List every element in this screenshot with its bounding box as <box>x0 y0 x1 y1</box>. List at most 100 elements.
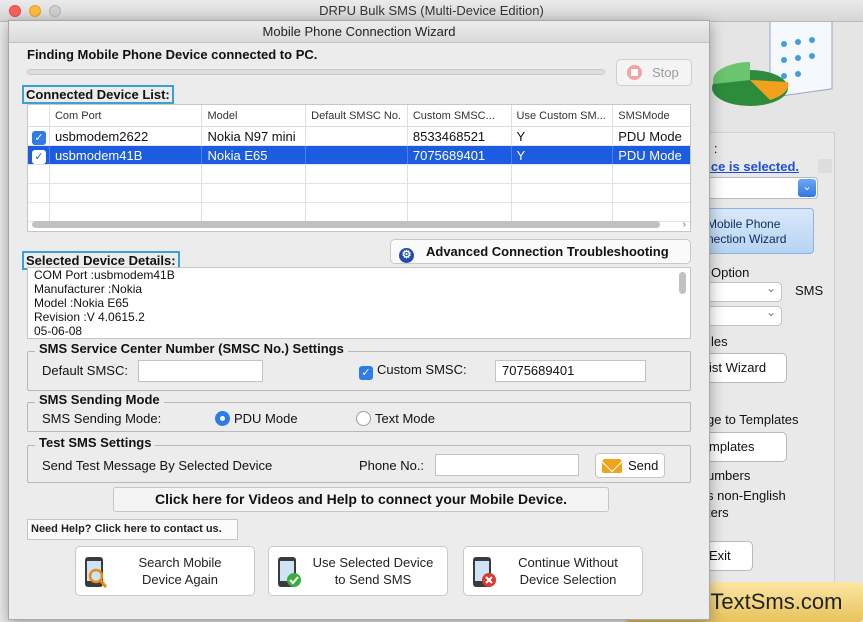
radio-unselected-icon <box>356 411 371 426</box>
templates-label: ge to Templates <box>707 412 799 427</box>
test-sms-label: Send Test Message By Selected Device <box>42 458 273 473</box>
chevron-down-icon: ⌄ <box>798 179 816 197</box>
send-label: Send <box>628 458 659 473</box>
wizard-button-line1: Mobile Phone <box>707 217 781 231</box>
connection-wizard-dialog: Mobile Phone Connection Wizard Finding M… <box>8 20 710 620</box>
default-smsc-label: Default SMSC: <box>42 363 128 378</box>
stop-button[interactable]: Stop <box>616 59 692 86</box>
sms-label: SMS <box>795 283 824 298</box>
connected-device-list-label: Connected Device List: <box>22 85 174 104</box>
search-again-line2: Device Again <box>142 572 218 587</box>
detail-line: COM Port :usbmodem41B <box>34 268 175 282</box>
default-smsc-input[interactable] <box>138 360 263 382</box>
device-details-box[interactable]: COM Port :usbmodem41B Manufacturer :Noki… <box>27 267 691 339</box>
continue-without-line2: Device Selection <box>519 572 617 587</box>
cell-default-smsc <box>306 146 408 164</box>
detail-line: Revision :V 4.0615.2 <box>34 310 145 324</box>
table-row-selected[interactable]: ✓ usbmodem41B Nokia E65 7075689401 Y PDU… <box>28 146 690 165</box>
row-checkbox[interactable]: ✓ <box>32 150 46 164</box>
envelope-icon <box>602 459 622 473</box>
wizard-button-line2: nection Wizard <box>707 232 787 246</box>
smsc-settings-title: SMS Service Center Number (SMSC No.) Set… <box>35 342 348 356</box>
stop-label: Stop <box>652 65 679 80</box>
radio-selected-icon <box>215 411 230 426</box>
use-selected-line1: Use Selected Device <box>312 555 434 570</box>
table-row[interactable]: ✓ usbmodem2622 Nokia N97 mini 8533468521… <box>28 127 690 146</box>
custom-smsc-input[interactable]: 7075689401 <box>495 360 646 382</box>
templates-button[interactable]: mplates <box>700 432 787 462</box>
advanced-troubleshooting-button[interactable]: ⚙ Advanced Connection Troubleshooting <box>390 239 691 264</box>
status-text: Finding Mobile Phone Device connected to… <box>27 47 318 62</box>
option-label: Option <box>711 265 750 280</box>
detail-line: Model :Nokia E65 <box>34 296 129 310</box>
col-com-port[interactable]: Com Port <box>50 105 203 126</box>
zoom-window-button[interactable] <box>49 5 61 17</box>
phone-check-icon <box>278 557 301 587</box>
col-model[interactable]: Model <box>202 105 307 126</box>
device-select[interactable]: ⌄ <box>700 177 818 199</box>
use-selected-line2: to Send SMS <box>334 572 412 587</box>
gear-icon: ⚙ <box>399 248 414 263</box>
detail-line: 05-06-08 <box>34 324 83 338</box>
col-smsmode[interactable]: SMSMode <box>613 105 690 126</box>
table-horizontal-scrollbar[interactable] <box>32 221 660 228</box>
empty-row <box>28 203 690 222</box>
col-use-custom[interactable]: Use Custom SM... <box>512 105 614 126</box>
test-sms-title: Test SMS Settings <box>35 436 156 450</box>
table-header: Com Port Model Default SMSC No. Custom S… <box>28 105 690 127</box>
cell-use-custom: Y <box>512 146 614 164</box>
cell-model: Nokia E65 <box>202 146 307 164</box>
videos-help-button[interactable]: Click here for Videos and Help to connec… <box>113 487 609 512</box>
search-again-button[interactable]: Search Mobile Device Again <box>75 546 255 596</box>
empty-row <box>28 184 690 203</box>
col-custom-smsc[interactable]: Custom SMSC... <box>408 105 512 126</box>
sending-mode-label: SMS Sending Mode: <box>42 411 162 426</box>
text-mode-label: Text Mode <box>375 411 435 426</box>
custom-smsc-checkbox[interactable]: ✓ Custom SMSC: <box>359 362 467 380</box>
option-select-1[interactable] <box>700 281 782 302</box>
cell-com-port: usbmodem41B <box>50 146 203 164</box>
advanced-button-label: Advanced Connection Troubleshooting <box>426 244 669 259</box>
scroll-right-icon[interactable]: › <box>683 219 686 230</box>
cell-smsmode: PDU Mode <box>618 129 682 144</box>
col-default-smsc[interactable]: Default SMSC No. <box>306 105 408 126</box>
list-wizard-button[interactable]: ist Wizard <box>700 353 787 383</box>
detail-line: Manufacturer :Nokia <box>34 282 143 296</box>
ters-label: ters <box>707 505 729 520</box>
cell-com-port: usbmodem2622 <box>50 127 203 145</box>
device-table: Com Port Model Default SMSC No. Custom S… <box>27 104 691 232</box>
phone-cancel-icon <box>473 557 496 587</box>
cell-custom-smsc: 7075689401 <box>408 146 512 164</box>
les-label: les <box>711 334 728 349</box>
checkbox-checked-icon: ✓ <box>359 366 373 380</box>
continue-without-device-button[interactable]: Continue Without Device Selection <box>463 546 643 596</box>
connection-wizard-button[interactable]: Mobile Phone nection Wizard <box>700 208 814 254</box>
option-select-2[interactable] <box>700 305 782 326</box>
phone-search-icon <box>85 557 108 588</box>
empty-row <box>28 165 690 184</box>
sending-mode-title: SMS Sending Mode <box>35 393 164 407</box>
custom-smsc-label: Custom SMSC: <box>377 362 467 377</box>
close-window-button[interactable] <box>9 5 21 17</box>
device-selected-link[interactable]: vice is selected. <box>700 159 799 174</box>
send-test-button[interactable]: Send <box>595 453 665 478</box>
use-selected-device-button[interactable]: Use Selected Device to Send SMS <box>268 546 448 596</box>
cell-custom-smsc: 8533468521 <box>408 127 512 145</box>
cell-smsmode: PDU Mode <box>618 148 682 163</box>
non-english-label: s non-English <box>707 488 786 503</box>
minimize-window-button[interactable] <box>29 5 41 17</box>
cell-default-smsc <box>306 127 408 145</box>
row-checkbox[interactable]: ✓ <box>32 131 46 145</box>
pdu-mode-label: PDU Mode <box>234 411 298 426</box>
phone-no-input[interactable] <box>435 454 579 476</box>
info-icon <box>818 159 832 173</box>
window-titlebar: DRPU Bulk SMS (Multi-Device Edition) <box>0 0 863 22</box>
pdu-mode-radio[interactable]: PDU Mode <box>215 411 298 426</box>
pie-chart-logo-icon <box>712 22 833 106</box>
text-mode-radio[interactable]: Text Mode <box>356 411 435 426</box>
details-vertical-scrollbar[interactable] <box>679 272 686 294</box>
contact-us-link[interactable]: Need Help? Click here to contact us. <box>27 519 238 540</box>
search-again-line1: Search Mobile <box>138 555 222 570</box>
phone-no-label: Phone No.: <box>359 458 425 473</box>
dialog-title: Mobile Phone Connection Wizard <box>9 21 709 43</box>
